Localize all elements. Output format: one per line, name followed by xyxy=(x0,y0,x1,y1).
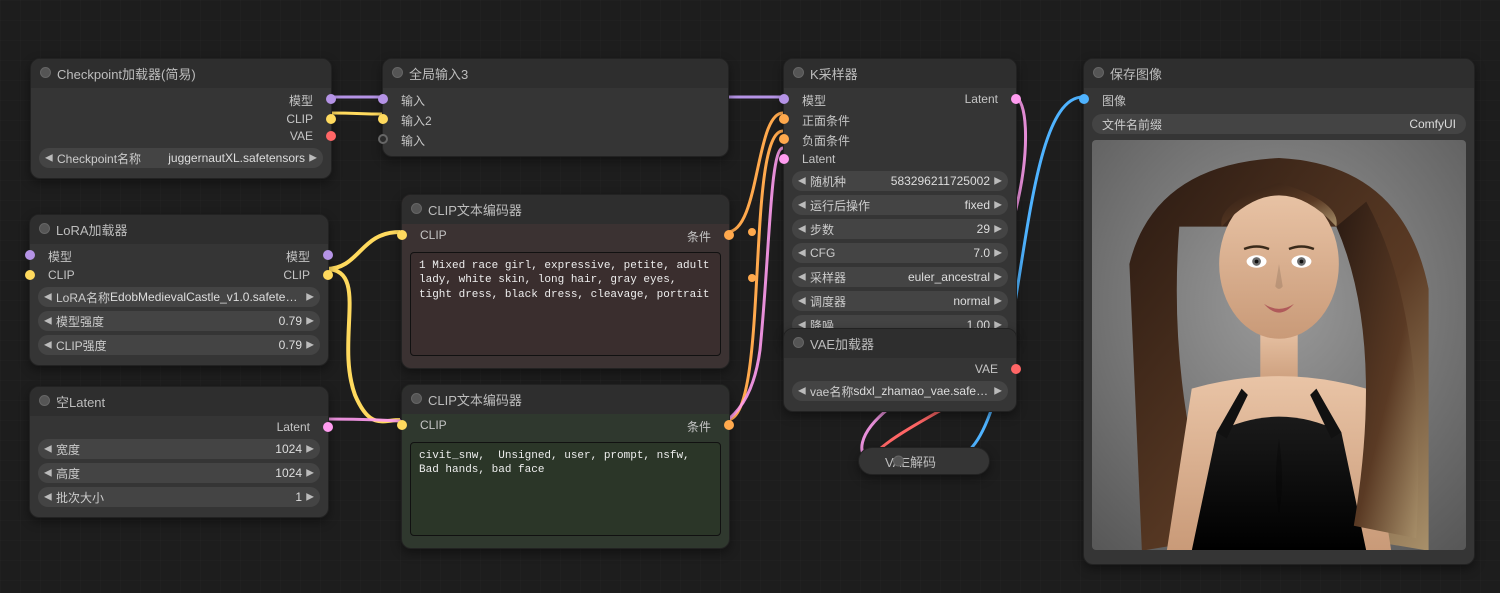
widget-lora-name[interactable]: ◀ LoRA名称 EdobMedievalCastle_v1.0.safeten… xyxy=(38,287,320,307)
node-lora-loader[interactable]: LoRA加载器 模型 CLIP 模型 CLIP ◀ LoRA名称 EdobMed… xyxy=(29,214,329,366)
widget-model-strength[interactable]: ◀ 模型强度 0.79 ▶ xyxy=(38,311,320,331)
node-clip-text-encode-positive[interactable]: CLIP文本编码器 CLIP 条件 1 Mixed race girl, exp… xyxy=(401,194,730,369)
output-conditioning[interactable]: 条件 xyxy=(677,227,729,246)
node-ksampler[interactable]: K采样器 模型 正面条件 负面条件 Latent Latent ◀随机种5832… xyxy=(783,58,1017,346)
node-title[interactable]: K采样器 xyxy=(784,59,1016,88)
widget-control-after[interactable]: ◀运行后操作fixed▶ xyxy=(792,195,1008,215)
widget-width[interactable]: ◀ 宽度 1024 ▶ xyxy=(38,439,320,459)
input-3[interactable]: 输入 xyxy=(383,131,442,150)
widget-filename-prefix[interactable]: 文件名前缀 ComfyUI xyxy=(1092,114,1466,134)
output-vae[interactable]: VAE xyxy=(276,128,331,144)
node-title[interactable]: 全局输入3 xyxy=(383,59,728,88)
prompt-text[interactable]: 1 Mixed race girl, expressive, petite, a… xyxy=(410,252,721,356)
output-model[interactable]: 模型 xyxy=(276,91,331,110)
node-title[interactable]: 空Latent xyxy=(30,387,328,416)
input-clip[interactable]: CLIP xyxy=(30,267,85,283)
input-negative[interactable]: 负面条件 xyxy=(784,131,860,150)
input-clip[interactable]: CLIP xyxy=(402,417,457,433)
node-title[interactable]: VAE加载器 xyxy=(784,329,1016,358)
widget-cfg[interactable]: ◀CFG7.0▶ xyxy=(792,243,1008,263)
widget-clip-strength[interactable]: ◀ CLIP强度 0.79 ▶ xyxy=(38,335,320,355)
input-image[interactable]: 图像 xyxy=(1084,91,1136,110)
output-vae[interactable]: VAE xyxy=(965,361,1016,377)
node-title[interactable]: CLIP文本编码器 xyxy=(402,385,729,414)
output-model[interactable]: 模型 xyxy=(273,247,328,266)
output-clip[interactable]: CLIP xyxy=(273,267,328,283)
input-1[interactable]: 输入 xyxy=(383,91,442,110)
output-latent[interactable]: Latent xyxy=(267,419,328,435)
input-2[interactable]: 输入2 xyxy=(383,111,442,130)
input-clip[interactable]: CLIP xyxy=(402,227,457,243)
node-empty-latent[interactable]: 空Latent Latent ◀ 宽度 1024 ▶ ◀ 高度 1024 ▶ ◀… xyxy=(29,386,329,518)
node-save-image[interactable]: 保存图像 图像 文件名前缀 ComfyUI xyxy=(1083,58,1475,565)
input-positive[interactable]: 正面条件 xyxy=(784,111,860,130)
output-clip[interactable]: CLIP xyxy=(276,111,331,127)
node-title[interactable]: LoRA加载器 xyxy=(30,215,328,244)
widget-seed[interactable]: ◀随机种583296211725002▶ xyxy=(792,171,1008,191)
widget-vae-name[interactable]: ◀vae名称sdxl_zhamao_vae.safetensors▶ xyxy=(792,381,1008,401)
widget-steps[interactable]: ◀步数29▶ xyxy=(792,219,1008,239)
node-vae-loader[interactable]: VAE加载器 VAE ◀vae名称sdxl_zhamao_vae.safeten… xyxy=(783,328,1017,412)
widget-batch-size[interactable]: ◀ 批次大小 1 ▶ xyxy=(38,487,320,507)
node-vae-decode[interactable]: VAE解码 xyxy=(858,447,990,475)
widget-sampler[interactable]: ◀采样器euler_ancestral▶ xyxy=(792,267,1008,287)
node-title[interactable]: Checkpoint加载器(简易) xyxy=(31,59,331,88)
node-global-input-3[interactable]: 全局输入3 输入 输入2 输入 xyxy=(382,58,729,157)
widget-scheduler[interactable]: ◀调度器normal▶ xyxy=(792,291,1008,311)
widget-height[interactable]: ◀ 高度 1024 ▶ xyxy=(38,463,320,483)
output-image-preview[interactable] xyxy=(1092,140,1466,550)
node-clip-text-encode-negative[interactable]: CLIP文本编码器 CLIP 条件 civit_snw, Unsigned, u… xyxy=(401,384,730,549)
output-latent[interactable]: Latent xyxy=(955,91,1016,107)
input-latent[interactable]: Latent xyxy=(784,151,860,167)
node-checkpoint-loader[interactable]: Checkpoint加载器(简易) 模型 CLIP VAE ◀ Checkpoi… xyxy=(30,58,332,179)
node-title[interactable]: CLIP文本编码器 xyxy=(402,195,729,224)
output-conditioning[interactable]: 条件 xyxy=(677,417,729,436)
prompt-text[interactable]: civit_snw, Unsigned, user, prompt, nsfw,… xyxy=(410,442,721,536)
widget-checkpoint-name[interactable]: ◀ Checkpoint名称 juggernautXL.safetensors … xyxy=(39,148,323,168)
node-title[interactable]: VAE解码 xyxy=(885,452,936,471)
input-model[interactable]: 模型 xyxy=(784,91,860,110)
node-title[interactable]: 保存图像 xyxy=(1084,59,1474,88)
input-model[interactable]: 模型 xyxy=(30,247,85,266)
